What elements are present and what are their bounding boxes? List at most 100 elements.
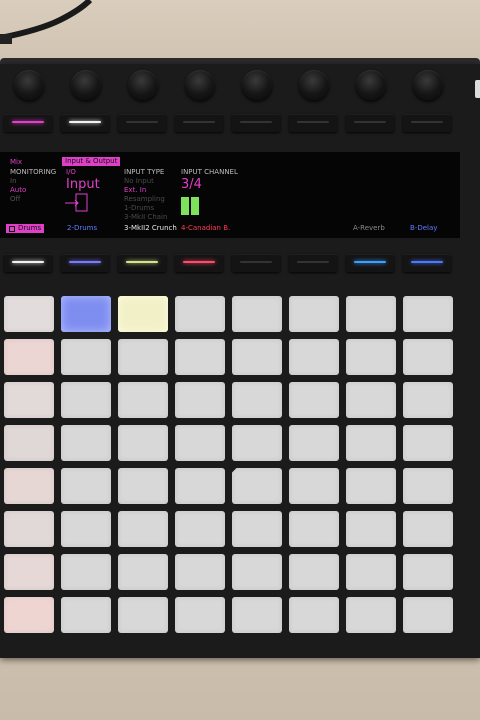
pad-r4-c6[interactable] [289,425,339,461]
pad-r7-c8[interactable] [403,554,453,590]
pad-r8-c6[interactable] [289,597,339,633]
pad-r4-c3[interactable] [118,425,168,461]
pad-r5-c1[interactable] [4,468,54,504]
encoder-2-knob[interactable] [71,70,101,100]
pad-r5-c7[interactable] [346,468,396,504]
upper-display-button-1[interactable] [4,114,52,132]
pad-r2-c4[interactable] [175,339,225,375]
pad-r5-c6[interactable] [289,468,339,504]
encoder-1-knob[interactable] [14,70,44,100]
track-name-4: 4-Canadian B. [181,224,231,232]
lower-display-button-4[interactable] [175,254,223,272]
pad-r4-c2[interactable] [61,425,111,461]
io-tab[interactable]: Input & Output [62,157,121,166]
pad-r1-c2[interactable] [61,296,111,332]
pad-r2-c7[interactable] [346,339,396,375]
pad-r4-c4[interactable] [175,425,225,461]
pad-r2-c6[interactable] [289,339,339,375]
pad-r8-c7[interactable] [346,597,396,633]
lower-display-button-6[interactable] [289,254,337,272]
pad-r1-c3[interactable] [118,296,168,332]
input-type-option-1: No Input [124,177,154,185]
pad-r7-c1[interactable] [4,554,54,590]
lower-display-button-1[interactable] [4,254,52,272]
pad-r7-c6[interactable] [289,554,339,590]
upper-display-button-6[interactable] [289,114,337,132]
pad-r7-c4[interactable] [175,554,225,590]
upper-display-button-8[interactable] [403,114,451,132]
input-type-option-5: 3-MkII Chain [124,213,168,221]
pad-r2-c5[interactable] [232,339,282,375]
pad-r7-c2[interactable] [61,554,111,590]
pad-r2-c1[interactable] [4,339,54,375]
pad-r3-c7[interactable] [346,382,396,418]
pad-r7-c7[interactable] [346,554,396,590]
pad-r6-c5[interactable] [232,511,282,547]
pad-r1-c7[interactable] [346,296,396,332]
pad-r8-c2[interactable] [61,597,111,633]
encoder-7-knob[interactable] [356,70,386,100]
encoder-3-knob[interactable] [128,70,158,100]
pad-r8-c1[interactable] [4,597,54,633]
pad-r5-c2[interactable] [61,468,111,504]
pad-r4-c5[interactable] [232,425,282,461]
encoder-8-knob[interactable] [413,70,443,100]
pad-r2-c2[interactable] [61,339,111,375]
encoder-4-knob[interactable] [185,70,215,100]
pad-r2-c8[interactable] [403,339,453,375]
pad-r3-c3[interactable] [118,382,168,418]
pad-r5-c4[interactable] [175,468,225,504]
upper-display-button-5[interactable] [232,114,280,132]
lower-display-button-5[interactable] [232,254,280,272]
pad-r5-c8[interactable] [403,468,453,504]
pad-r7-c5[interactable] [232,554,282,590]
upper-display-button-2[interactable] [61,114,109,132]
encoder-5-knob[interactable] [242,70,272,100]
input-channel-header: INPUT CHANNEL [181,168,238,176]
input-type-option-4: 1-Drums [124,204,155,212]
pad-r4-c8[interactable] [403,425,453,461]
pad-r1-c6[interactable] [289,296,339,332]
pad-r6-c4[interactable] [175,511,225,547]
pad-r6-c1[interactable] [4,511,54,547]
pad-r6-c8[interactable] [403,511,453,547]
pad-r2-c3[interactable] [118,339,168,375]
monitoring-header: MONITORING [10,168,57,176]
pad-r3-c8[interactable] [403,382,453,418]
upper-display-button-4[interactable] [175,114,223,132]
lower-display-button-7[interactable] [346,254,394,272]
encoder-6-knob[interactable] [299,70,329,100]
pad-r3-c5[interactable] [232,382,282,418]
pad-r8-c3[interactable] [118,597,168,633]
pad-r8-c8[interactable] [403,597,453,633]
pad-r4-c7[interactable] [346,425,396,461]
lower-display-button-3[interactable] [118,254,166,272]
display-screen: Mix MONITORING In Auto Off Input & Outpu… [0,152,460,238]
mix-label: Mix [10,158,23,166]
edge-button[interactable] [475,80,480,98]
monitoring-in: In [10,177,17,185]
pad-r6-c3[interactable] [118,511,168,547]
pad-r6-c6[interactable] [289,511,339,547]
pad-r7-c3[interactable] [118,554,168,590]
pad-r5-c5[interactable] [232,468,282,504]
upper-display-button-7[interactable] [346,114,394,132]
pad-r6-c7[interactable] [346,511,396,547]
pad-r1-c4[interactable] [175,296,225,332]
pad-r3-c2[interactable] [61,382,111,418]
lower-display-button-2[interactable] [61,254,109,272]
pad-r1-c5[interactable] [232,296,282,332]
pad-r3-c4[interactable] [175,382,225,418]
pad-r8-c4[interactable] [175,597,225,633]
pad-r1-c8[interactable] [403,296,453,332]
pad-r8-c5[interactable] [232,597,282,633]
pad-r3-c1[interactable] [4,382,54,418]
pad-r5-c3[interactable] [118,468,168,504]
upper-display-button-3[interactable] [118,114,166,132]
pad-r1-c1[interactable] [4,296,54,332]
pad-r3-c6[interactable] [289,382,339,418]
pad-r4-c1[interactable] [4,425,54,461]
lower-display-button-8[interactable] [403,254,451,272]
input-type-option-2: Ext. In [124,186,147,194]
pad-r6-c2[interactable] [61,511,111,547]
